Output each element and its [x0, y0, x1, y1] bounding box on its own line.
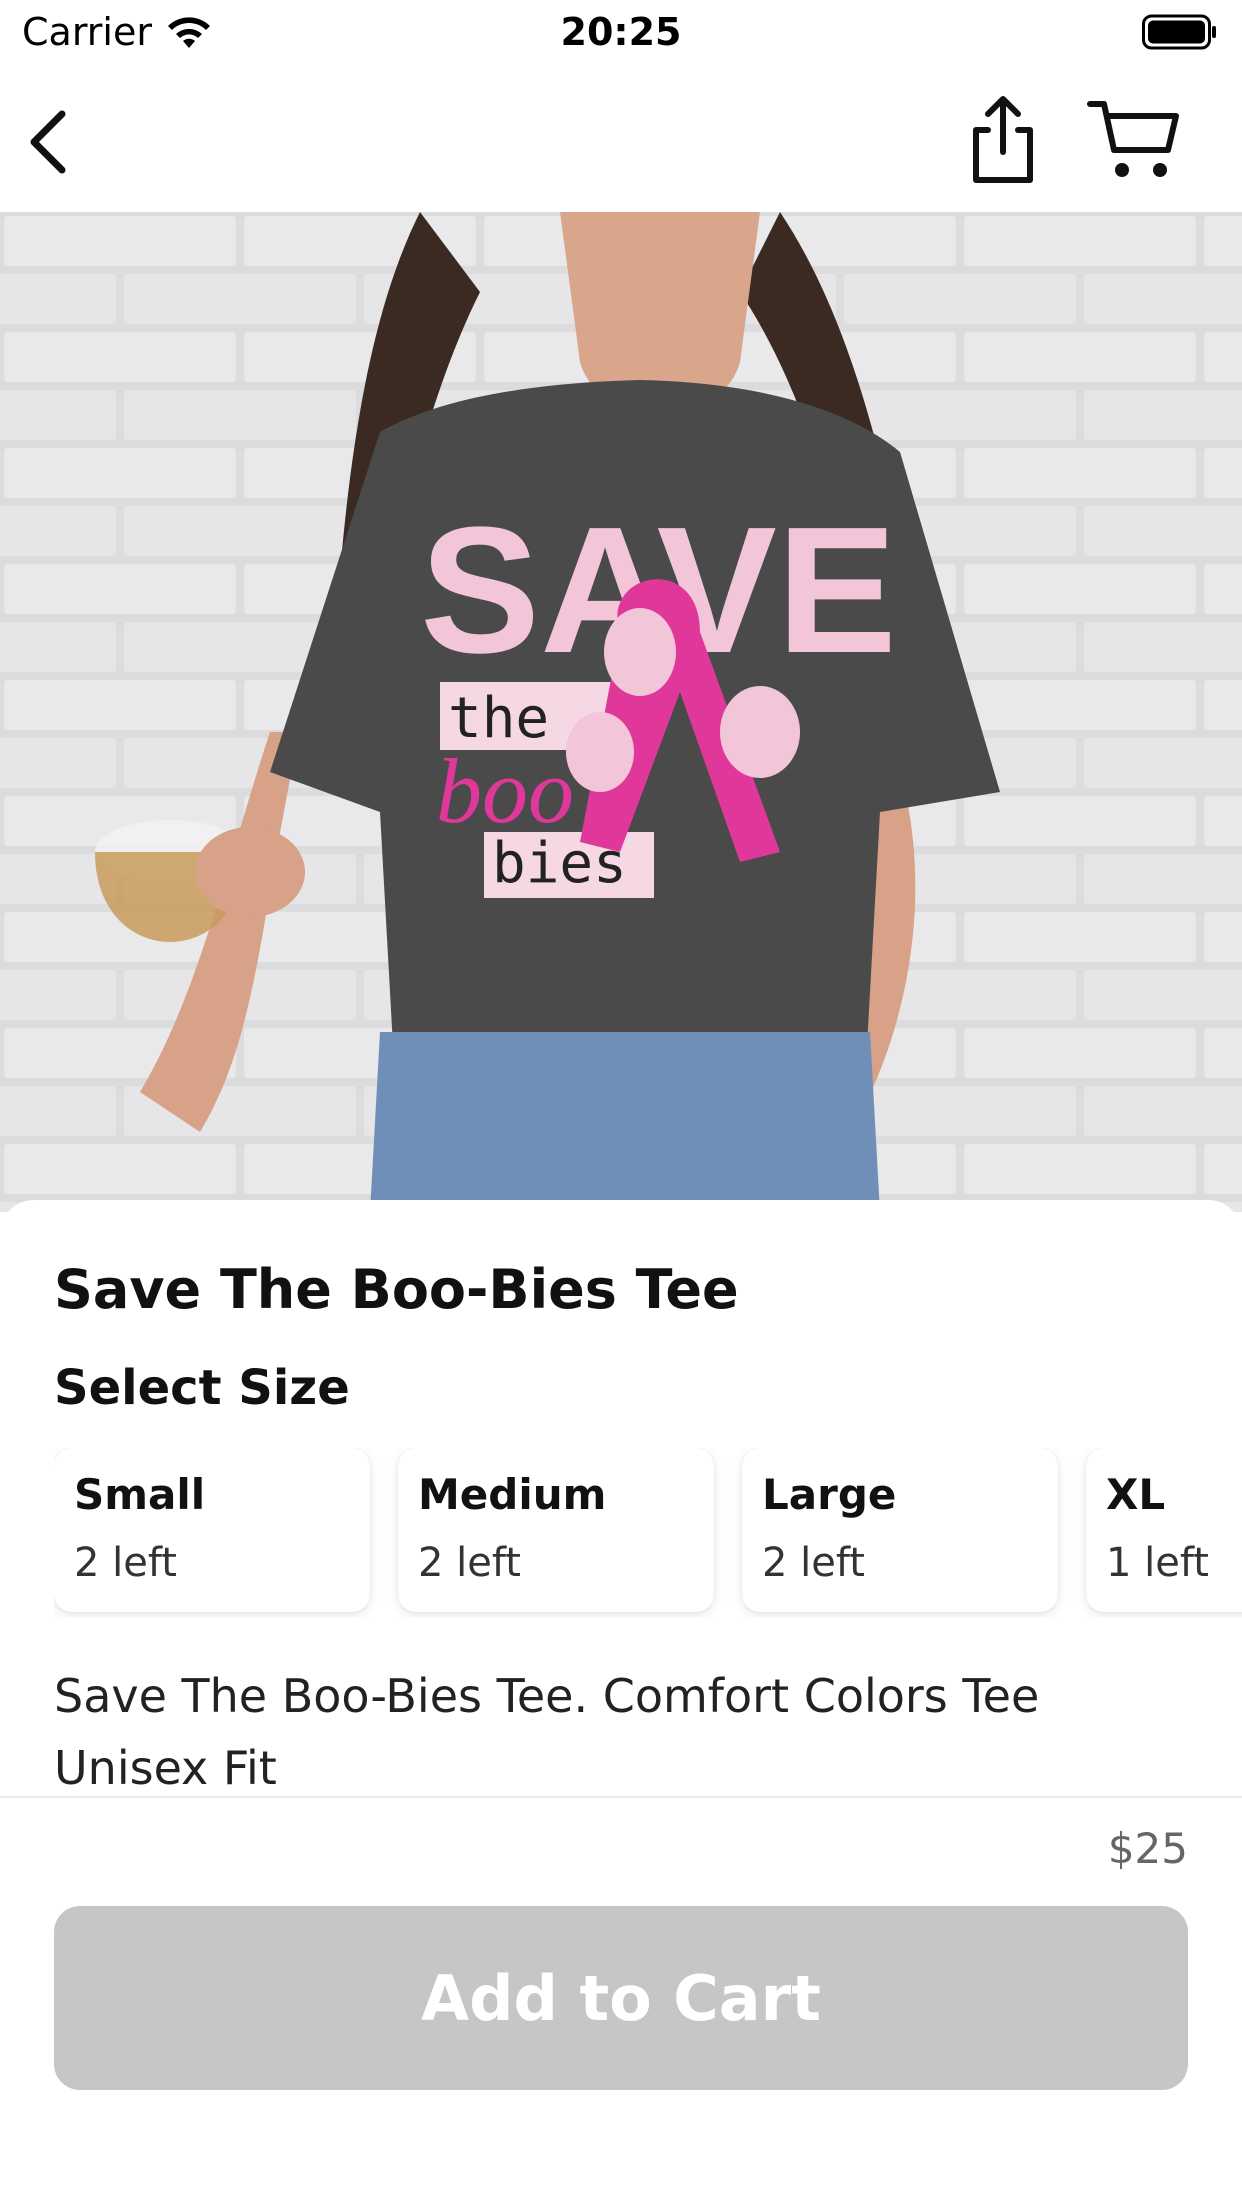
status-bar: Carrier 20:25 — [0, 0, 1242, 66]
description-line: Unisex Fit — [54, 1741, 277, 1795]
size-selector: Small 2 left Medium 2 left Large 2 left … — [54, 1448, 1242, 1618]
size-name: XL — [1106, 1470, 1166, 1519]
size-stock: 2 left — [418, 1540, 521, 1586]
cart-button[interactable] — [1086, 96, 1182, 182]
purchase-footer: $25 Add to Cart — [0, 1796, 1242, 2208]
size-option-large[interactable]: Large 2 left — [742, 1448, 1058, 1612]
size-option-xl[interactable]: XL 1 left — [1086, 1448, 1242, 1612]
size-option-small[interactable]: Small 2 left — [54, 1448, 370, 1612]
size-stock: 2 left — [762, 1540, 865, 1586]
product-photo: SAVE the boo bies — [0, 212, 1242, 1212]
cart-icon — [1087, 101, 1179, 177]
clock: 20:25 — [560, 10, 682, 54]
description-line: Save The Boo-Bies Tee. Comfort Colors Te… — [54, 1669, 1040, 1723]
product-title: Save The Boo-Bies Tee — [54, 1258, 739, 1321]
size-stock: 1 left — [1106, 1540, 1209, 1586]
size-name: Small — [74, 1470, 206, 1519]
share-icon — [973, 96, 1033, 183]
size-heading: Select Size — [54, 1360, 350, 1416]
share-button[interactable] — [966, 92, 1040, 186]
svg-text:boo: boo — [436, 740, 574, 842]
size-name: Large — [762, 1470, 897, 1519]
size-option-medium[interactable]: Medium 2 left — [398, 1448, 714, 1612]
back-button[interactable] — [20, 102, 76, 182]
product-description: Save The Boo-Bies Tee. Comfort Colors Te… — [54, 1660, 1194, 1804]
chevron-left-icon — [30, 110, 66, 174]
size-stock: 2 left — [74, 1540, 177, 1586]
product-detail-screen: Carrier 20:25 the boo bies Save The Boo-… — [0, 0, 1242, 2208]
size-name: Medium — [418, 1470, 607, 1519]
price-label: $25 — [1107, 1824, 1188, 1873]
battery-icon — [1142, 14, 1216, 50]
navigation-bar — [0, 66, 1242, 212]
product-detail-sheet: Save The Boo-Bies Tee Select Size Small … — [0, 1200, 1242, 1800]
add-to-cart-button[interactable]: Add to Cart — [54, 1906, 1188, 2090]
